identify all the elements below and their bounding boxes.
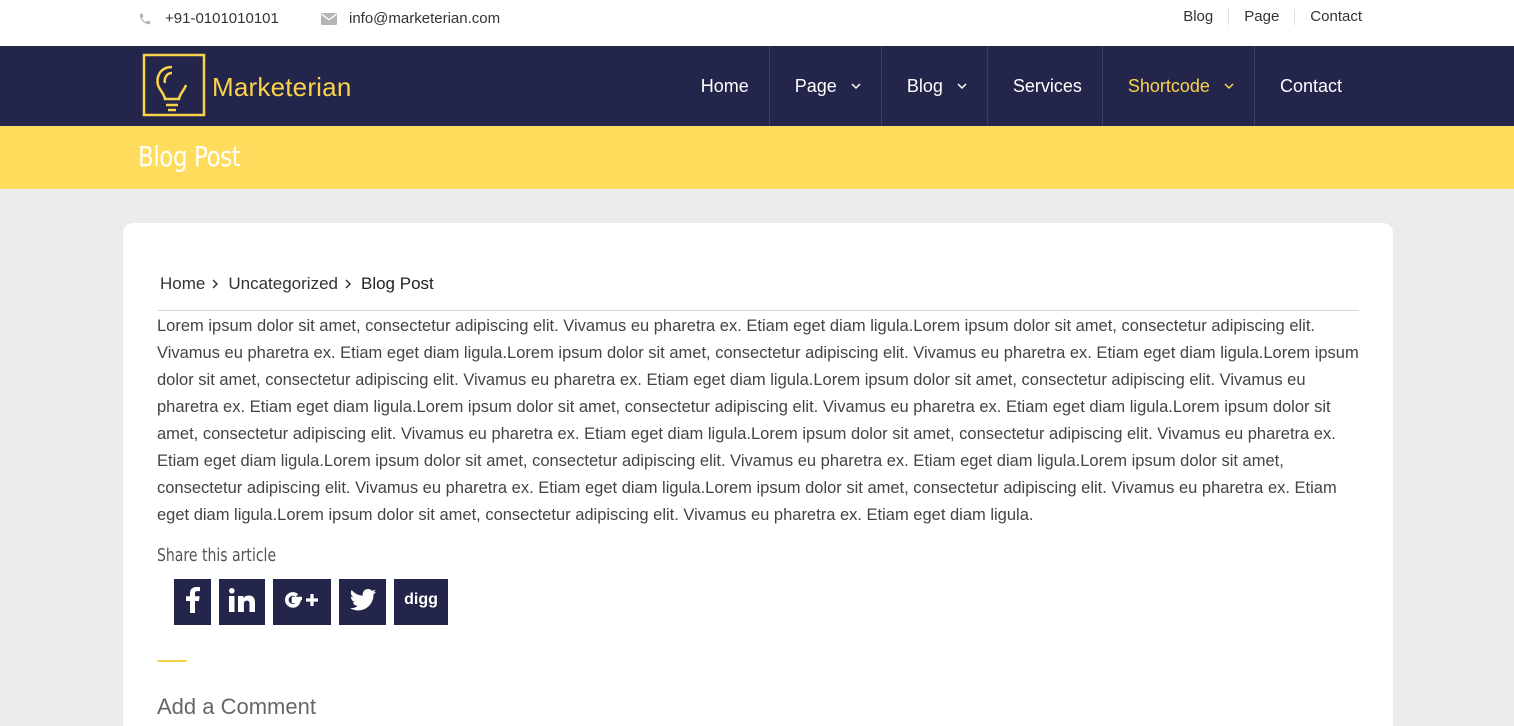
nav-item-services[interactable]: Services — [986, 46, 1102, 126]
nav-label: Home — [700, 75, 749, 96]
add-comment-title: Add a Comment — [157, 694, 316, 719]
breadcrumb: Home Uncategorized Blog Post — [160, 274, 434, 294]
main-nav: Home Page Blog Services Shortcode Contac… — [676, 46, 1362, 126]
top-link-blog[interactable]: Blog — [1183, 9, 1228, 25]
nav-item-contact[interactable]: Contact — [1253, 46, 1362, 126]
site-logo[interactable]: Marketerian — [142, 53, 351, 122]
digg-icon: digg — [403, 590, 439, 615]
chevron-down-icon — [851, 81, 861, 91]
lightbulb-logo-icon — [142, 53, 206, 122]
email-address: info@marketerian.com — [349, 10, 501, 27]
share-title: Share this article — [157, 545, 277, 566]
top-link-page[interactable]: Page — [1228, 9, 1294, 25]
nav-label: Contact — [1279, 75, 1342, 96]
nav-item-page[interactable]: Page — [768, 46, 881, 126]
main-navbar: Marketerian Home Page Blog Services Shor… — [0, 46, 1514, 126]
chevron-right-icon — [211, 279, 219, 289]
linkedin-icon — [229, 587, 255, 617]
top-links: Blog Page Contact — [1183, 9, 1362, 25]
phone-contact[interactable]: +91-0101010101 — [137, 10, 279, 27]
chevron-right-icon — [344, 279, 352, 289]
twitter-share-button[interactable] — [339, 579, 386, 625]
share-buttons: digg — [174, 579, 456, 625]
breadcrumb-home[interactable]: Home — [160, 274, 205, 294]
google-plus-icon — [282, 589, 322, 616]
nav-item-shortcode[interactable]: Shortcode — [1101, 46, 1254, 126]
facebook-share-button[interactable] — [174, 579, 211, 625]
envelope-icon — [321, 11, 337, 27]
facebook-icon — [185, 586, 200, 618]
page-title-band: Blog Post — [0, 126, 1514, 189]
email-contact[interactable]: info@marketerian.com — [321, 10, 500, 27]
twitter-icon — [349, 588, 377, 616]
nav-label: Blog — [906, 75, 943, 96]
chevron-down-icon — [957, 81, 967, 91]
top-link-contact[interactable]: Contact — [1294, 9, 1362, 25]
phone-icon — [137, 11, 153, 27]
breadcrumb-uncategorized[interactable]: Uncategorized — [228, 274, 338, 294]
page-title: Blog Post — [138, 140, 241, 173]
article-body: Lorem ipsum dolor sit amet, consectetur … — [157, 317, 1359, 524]
post-card: Home Uncategorized Blog Post Lorem ipsum… — [123, 223, 1393, 726]
divider — [158, 310, 1359, 311]
digg-share-button[interactable]: digg — [394, 579, 448, 625]
breadcrumb-current: Blog Post — [360, 274, 434, 293]
brand-name: Marketerian — [212, 72, 352, 102]
linkedin-share-button[interactable] — [219, 579, 265, 625]
svg-text:digg: digg — [404, 591, 438, 608]
phone-number: +91-0101010101 — [165, 10, 279, 27]
accent-line — [157, 660, 187, 662]
top-bar: +91-0101010101 info@marketerian.com Blog… — [0, 0, 1514, 46]
nav-label: Shortcode — [1127, 75, 1210, 96]
nav-item-home[interactable]: Home — [676, 46, 769, 126]
nav-label: Page — [794, 75, 837, 96]
nav-label: Services — [1012, 75, 1082, 96]
chevron-down-icon — [1224, 81, 1234, 91]
nav-item-blog[interactable]: Blog — [880, 46, 987, 126]
google-plus-share-button[interactable] — [273, 579, 331, 625]
